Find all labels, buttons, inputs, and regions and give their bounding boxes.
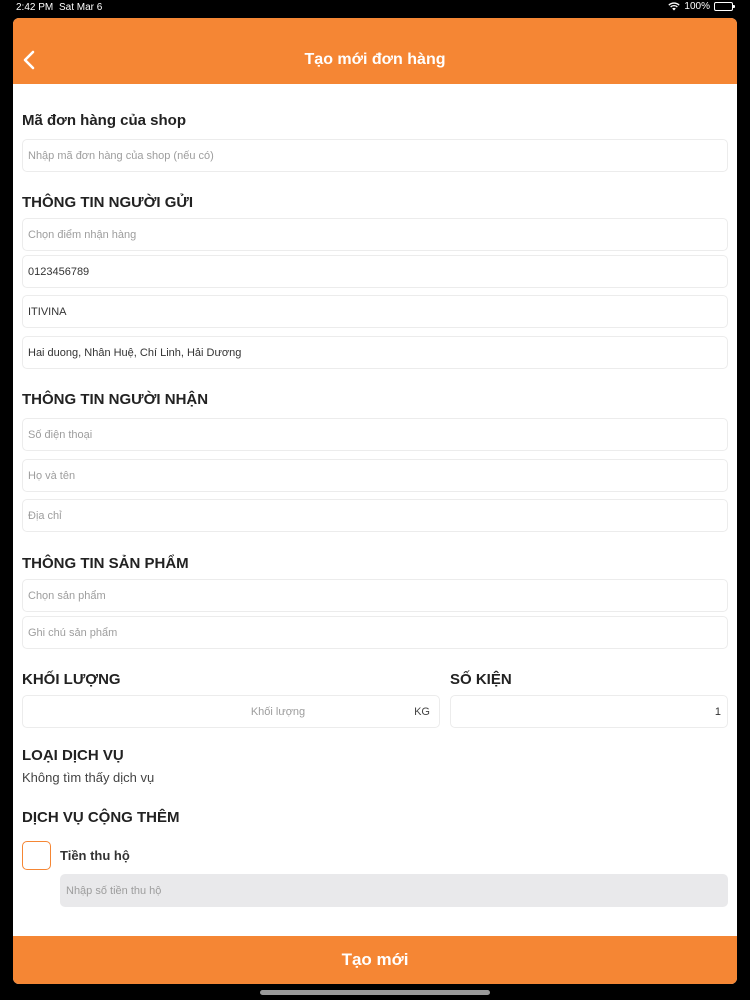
sender-phone-field[interactable] [22, 255, 728, 288]
status-right: 100% [668, 1, 735, 12]
shop-order-code-field[interactable] [28, 140, 727, 171]
weight-input[interactable] [23, 696, 413, 727]
cod-label: Tiền thu hộ [60, 848, 130, 863]
receiver-name-field[interactable] [22, 459, 728, 492]
status-time: 2:42 PM [16, 2, 54, 13]
service-empty-text: Không tìm thấy dịch vụ [22, 770, 155, 785]
packages-input[interactable] [451, 696, 727, 727]
receiver-address-field[interactable] [22, 499, 728, 532]
receiver-name-input[interactable] [28, 460, 727, 491]
product-section-title: THÔNG TIN SẢN PHẨM [22, 555, 189, 572]
product-note-field[interactable] [22, 616, 728, 649]
cod-amount-input[interactable] [60, 874, 728, 907]
service-type-title: LOẠI DỊCH VỤ [22, 747, 124, 764]
battery-percent: 100% [684, 1, 710, 12]
status-bar: 2:42 PM Sat Mar 6 100% [0, 0, 750, 16]
sender-name-field[interactable] [22, 295, 728, 328]
home-indicator [260, 990, 490, 995]
receiver-phone-field[interactable] [22, 418, 728, 451]
pickup-point-select[interactable]: Chọn điểm nhận hàng [22, 218, 728, 251]
navigation-bar: Tạo mới đơn hàng [13, 18, 737, 84]
shop-order-title: Mã đơn hàng của shop [22, 112, 187, 129]
sender-section-title: THÔNG TIN NGƯỜI GỬI [22, 194, 194, 211]
packages-title: SỐ KIỆN [450, 671, 512, 688]
sender-name-input[interactable] [28, 296, 727, 327]
product-note-input[interactable] [28, 617, 727, 648]
sender-address-field[interactable] [22, 336, 728, 369]
status-date: Sat Mar 6 [59, 2, 103, 13]
weight-field[interactable]: KG [22, 695, 440, 728]
battery-icon [714, 2, 735, 11]
weight-unit: KG [414, 706, 430, 718]
product-select[interactable]: Chọn sản phẩm [22, 579, 728, 612]
cod-checkbox[interactable] [22, 841, 51, 870]
app-screen: Tạo mới đơn hàng Mã đơn hàng của shop TH… [13, 18, 737, 984]
receiver-phone-input[interactable] [28, 419, 727, 450]
extra-service-title: DỊCH VỤ CỘNG THÊM [22, 809, 180, 826]
sender-address-input[interactable] [28, 337, 727, 368]
wifi-icon [668, 2, 681, 11]
weight-title: KHỐI LƯỢNG [22, 671, 121, 688]
page-title: Tạo mới đơn hàng [304, 51, 446, 68]
receiver-address-input[interactable] [28, 500, 727, 531]
shop-order-input[interactable] [22, 139, 728, 172]
cod-amount-field[interactable] [60, 874, 728, 907]
sender-phone-input[interactable] [28, 256, 727, 287]
create-button[interactable]: Tạo mới [13, 936, 737, 984]
packages-field[interactable] [450, 695, 728, 728]
receiver-section-title: THÔNG TIN NGƯỜI NHẬN [22, 391, 209, 408]
